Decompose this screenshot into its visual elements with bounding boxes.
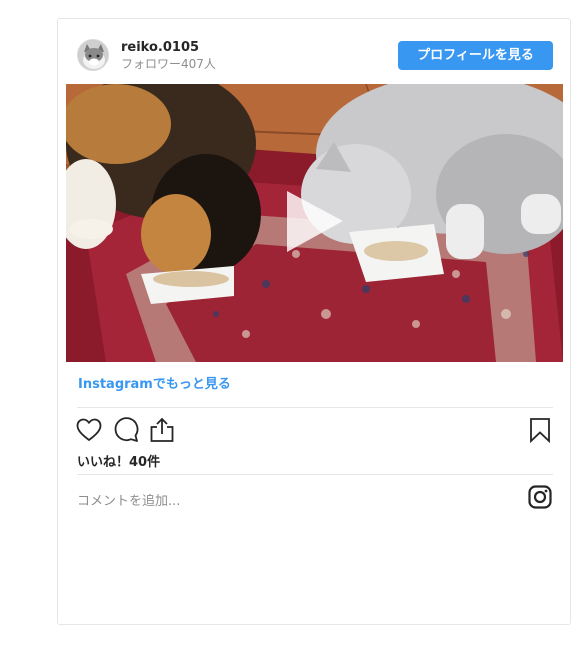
heart-icon[interactable] [75, 416, 103, 444]
instagram-logo-icon[interactable] [528, 485, 552, 509]
share-icon[interactable] [148, 416, 176, 444]
view-more-on-instagram-link[interactable]: Instagramでもっと見る [78, 377, 231, 393]
bookmark-icon[interactable] [526, 416, 554, 444]
instagram-embed-card: reiko.0105 フォロワー407人 プロフィールを見る Instagram… [57, 18, 571, 625]
comment-input[interactable]: コメントを追加... [77, 490, 180, 509]
video-thumbnail[interactable] [66, 84, 563, 362]
post-header: reiko.0105 フォロワー407人 プロフィールを見る [58, 19, 570, 83]
view-profile-button[interactable]: プロフィールを見る [398, 41, 553, 70]
comment-icon[interactable] [112, 416, 140, 444]
like-count: いいね！40件 [77, 455, 161, 470]
username[interactable]: reiko.0105 [121, 40, 199, 56]
follower-count: フォロワー407人 [121, 57, 216, 71]
divider [77, 474, 553, 475]
divider [77, 407, 553, 408]
avatar[interactable] [77, 39, 109, 71]
